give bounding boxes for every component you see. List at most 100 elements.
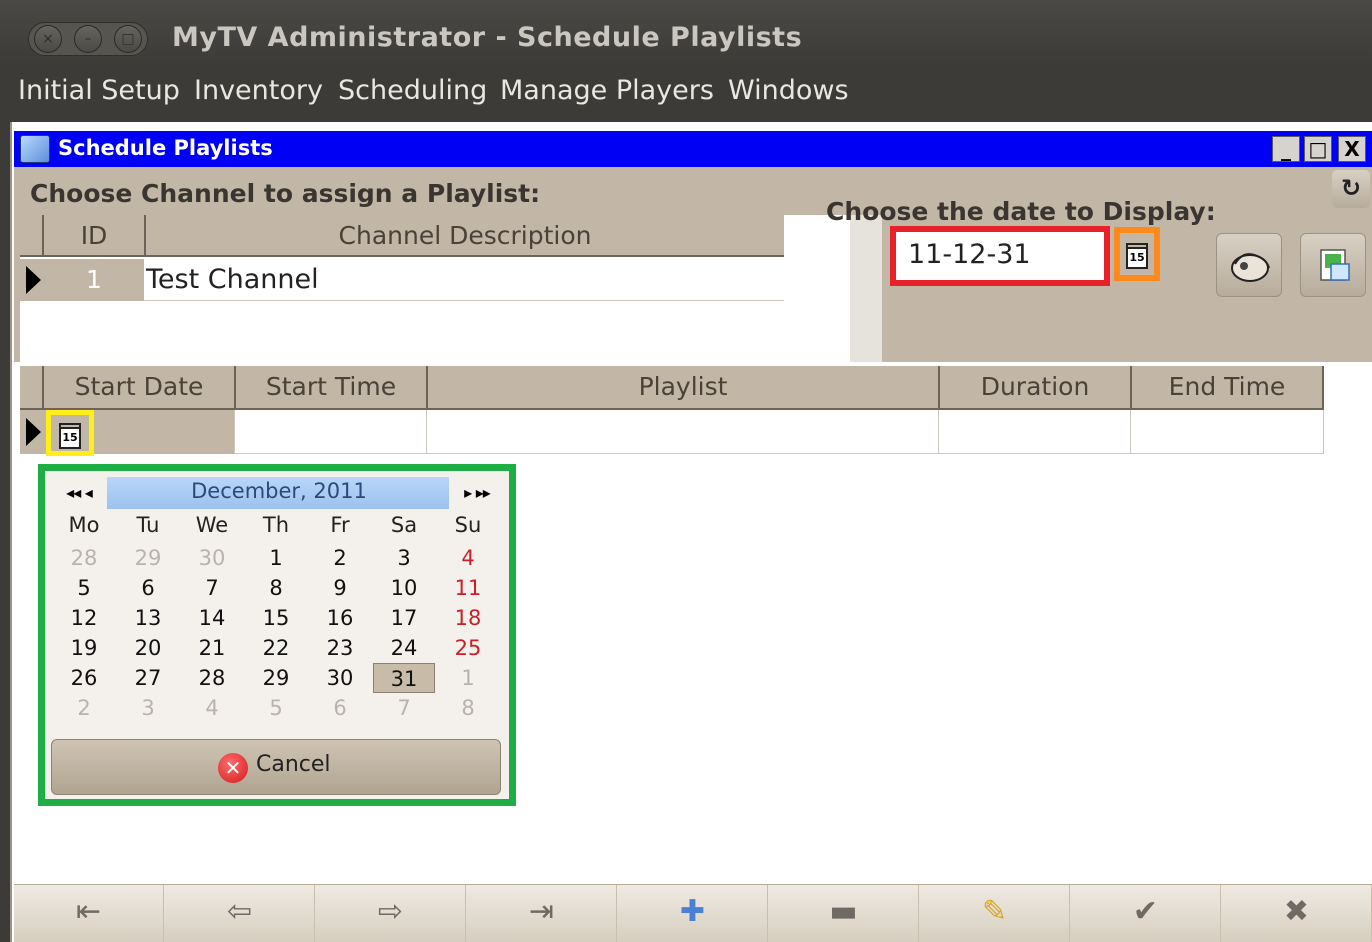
add-record-icon: ✚ xyxy=(679,894,706,929)
calendar-day[interactable]: 18 xyxy=(437,603,499,633)
column-header-start-time[interactable]: Start Time xyxy=(234,366,426,408)
frame-close-button[interactable]: X xyxy=(1338,136,1366,162)
calendar-day[interactable]: 2 xyxy=(309,543,371,573)
menu-scheduling[interactable]: Scheduling xyxy=(338,75,487,106)
menu-windows[interactable]: Windows xyxy=(728,75,849,106)
calendar-day[interactable]: 28 xyxy=(181,663,243,693)
cancel-record-button[interactable]: ✖ xyxy=(1222,885,1372,942)
edit-record-icon: ✎ xyxy=(981,894,1008,929)
calendar-day[interactable]: 25 xyxy=(437,633,499,663)
calendar-day[interactable]: 30 xyxy=(309,663,371,693)
calendar-day[interactable]: 6 xyxy=(309,693,371,723)
minimize-window-icon[interactable]: – xyxy=(74,25,102,53)
hand-icon xyxy=(1231,253,1270,282)
calendar-day[interactable]: 13 xyxy=(117,603,179,633)
window-title: MyTV Administrator - Schedule Playlists xyxy=(172,22,803,53)
spreadsheet-export-icon xyxy=(1320,249,1350,281)
calendar-day[interactable]: 20 xyxy=(117,633,179,663)
save-record-button[interactable]: ✔ xyxy=(1071,885,1221,942)
channel-date-panel: Choose Channel to assign a Playlist: ID … xyxy=(14,167,1372,362)
channel-grid: ID Channel Description 1 Test Channel xyxy=(20,215,858,362)
players-button[interactable] xyxy=(1216,233,1282,297)
table-row[interactable]: 15 xyxy=(20,410,1324,456)
calendar-day[interactable]: 7 xyxy=(181,573,243,603)
calendar-day[interactable]: 3 xyxy=(117,693,179,723)
column-header-start-date[interactable]: Start Date xyxy=(42,366,234,408)
calendar-day[interactable]: 4 xyxy=(181,693,243,723)
delete-record-icon: ▬ xyxy=(829,894,858,929)
calendar-day[interactable]: 29 xyxy=(117,543,179,573)
weekday-label: Su xyxy=(454,513,482,537)
column-header-end-time[interactable]: End Time xyxy=(1130,366,1324,408)
table-row[interactable]: 1 Test Channel xyxy=(20,259,784,301)
calendar-day[interactable]: 29 xyxy=(245,663,307,693)
weekday-label: Mo xyxy=(68,513,100,537)
calendar-day[interactable]: 11 xyxy=(437,573,499,603)
menu-inventory[interactable]: Inventory xyxy=(194,75,323,106)
channel-id-cell[interactable]: 1 xyxy=(44,259,144,301)
calendar-icon: 15 xyxy=(59,423,81,449)
calendar-day[interactable]: 24 xyxy=(373,633,435,663)
display-date-calendar-button[interactable]: 15 xyxy=(1114,227,1160,281)
calendar-icon: 15 xyxy=(1126,243,1148,269)
calendar-day[interactable]: 26 xyxy=(53,663,115,693)
close-window-icon[interactable]: × xyxy=(34,25,62,53)
calendar-day[interactable]: 8 xyxy=(437,693,499,723)
edit-record-button[interactable]: ✎ xyxy=(920,885,1070,942)
duration-cell[interactable] xyxy=(938,410,1130,454)
menu-manage-players[interactable]: Manage Players xyxy=(500,75,714,106)
calendar-day[interactable]: 2 xyxy=(53,693,115,723)
calendar-day[interactable]: 9 xyxy=(309,573,371,603)
playlist-cell[interactable] xyxy=(426,410,938,454)
menu-initial-setup[interactable]: Initial Setup xyxy=(18,75,180,106)
next-record-button[interactable]: ⇨ xyxy=(316,885,466,942)
calendar-day[interactable]: 28 xyxy=(53,543,115,573)
calendar-cancel-button[interactable]: ✕ Cancel xyxy=(51,739,501,795)
calendar-day[interactable]: 31 xyxy=(373,663,435,693)
calendar-day[interactable]: 16 xyxy=(309,603,371,633)
channel-description-cell[interactable]: Test Channel xyxy=(146,259,319,301)
first-record-button[interactable]: ⇤ xyxy=(14,885,164,942)
calendar-day[interactable]: 15 xyxy=(245,603,307,633)
end-time-cell[interactable] xyxy=(1130,410,1324,454)
calendar-day[interactable]: 23 xyxy=(309,633,371,663)
display-date-input[interactable]: 11-12-31 xyxy=(890,226,1110,286)
start-date-calendar-button[interactable]: 15 xyxy=(46,410,94,456)
export-button[interactable] xyxy=(1300,233,1366,297)
calendar-day[interactable]: 19 xyxy=(53,633,115,663)
calendar-day[interactable]: 6 xyxy=(117,573,179,603)
add-record-button[interactable]: ✚ xyxy=(618,885,768,942)
calendar-day[interactable]: 12 xyxy=(53,603,115,633)
column-header-duration[interactable]: Duration xyxy=(938,366,1130,408)
panel-divider xyxy=(850,215,882,362)
calendar-day[interactable]: 21 xyxy=(181,633,243,663)
previous-month-icon[interactable]: ◂◂ ◂ xyxy=(51,477,107,509)
calendar-day[interactable]: 27 xyxy=(117,663,179,693)
calendar-day[interactable]: 4 xyxy=(437,543,499,573)
calendar-day[interactable]: 22 xyxy=(245,633,307,663)
column-header-playlist[interactable]: Playlist xyxy=(426,366,938,408)
frame-maximize-button[interactable]: □ xyxy=(1304,136,1332,162)
calendar-day[interactable]: 10 xyxy=(373,573,435,603)
weekday-label: Sa xyxy=(390,513,418,537)
calendar-day[interactable]: 3 xyxy=(373,543,435,573)
frame-minimize-button[interactable]: _ xyxy=(1272,136,1300,162)
calendar-day[interactable]: 5 xyxy=(53,573,115,603)
previous-record-button[interactable]: ⇦ xyxy=(165,885,315,942)
start-time-cell[interactable] xyxy=(234,410,426,454)
calendar-day[interactable]: 30 xyxy=(181,543,243,573)
calendar-day[interactable]: 1 xyxy=(245,543,307,573)
refresh-icon[interactable]: ↻ xyxy=(1332,170,1370,208)
column-header-channel-description[interactable]: Channel Description xyxy=(144,215,784,257)
calendar-day[interactable]: 14 xyxy=(181,603,243,633)
column-header-id[interactable]: ID xyxy=(42,215,144,257)
calendar-day[interactable]: 17 xyxy=(373,603,435,633)
next-month-icon[interactable]: ▸ ▸▸ xyxy=(449,477,505,509)
maximize-window-icon[interactable]: □ xyxy=(114,25,142,53)
calendar-day[interactable]: 8 xyxy=(245,573,307,603)
delete-record-button[interactable]: ▬ xyxy=(769,885,919,942)
calendar-day[interactable]: 7 xyxy=(373,693,435,723)
calendar-day[interactable]: 5 xyxy=(245,693,307,723)
calendar-day[interactable]: 1 xyxy=(437,663,499,693)
last-record-button[interactable]: ⇥ xyxy=(467,885,617,942)
